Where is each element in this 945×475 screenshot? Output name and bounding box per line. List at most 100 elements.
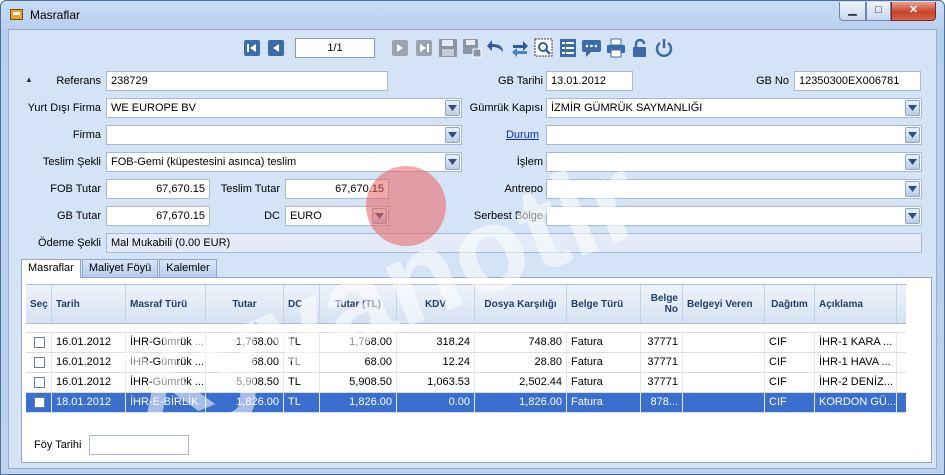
chevron-down-icon[interactable]: [905, 208, 920, 224]
tab-kalemler[interactable]: Kalemler: [159, 259, 217, 277]
dc-cell: TL: [284, 353, 320, 372]
belge-no-cell: 37771: [641, 353, 683, 372]
gumruk-kapisi-select[interactable]: İZMİR GÜMRÜK SAYMANLIĞI: [546, 98, 922, 118]
aciklama-cell: KORDON GÜ...: [815, 393, 897, 412]
teslim-sekli-label: Teslim Şekli: [42, 156, 101, 168]
teslim-sekli-select[interactable]: FOB-Gemi (küpestesini asınca) teslim: [106, 152, 462, 172]
minimize-button[interactable]: ▁: [839, 2, 866, 21]
lock-icon[interactable]: [629, 37, 651, 59]
gb-tarihi-input[interactable]: 13.01.2012: [546, 71, 633, 91]
tutar-cell: 68.00: [206, 353, 284, 372]
antrepo-select[interactable]: [546, 179, 922, 199]
sec-checkbox[interactable]: [26, 333, 52, 352]
comment-icon[interactable]: [581, 37, 603, 59]
chevron-down-icon[interactable]: [905, 181, 920, 197]
islem-select[interactable]: [546, 152, 922, 172]
main-window: Masraflar ▁ □ ✕ 1/1 ▲ Referans 238729 GB…: [0, 0, 945, 475]
close-button[interactable]: ✕: [891, 2, 936, 21]
checkbox[interactable]: [34, 397, 45, 408]
table-row[interactable]: 16.01.2012 İHR-Gümrük ... 5,908.50 TL 5,908.…: [26, 373, 906, 393]
print-icon[interactable]: [605, 37, 627, 59]
col-belge-no[interactable]: Belge No: [641, 285, 683, 323]
durum-select[interactable]: [546, 125, 922, 145]
chevron-down-icon[interactable]: [905, 154, 920, 170]
last-page-icon[interactable]: [413, 37, 435, 59]
tutar-cell: 1,768.00: [206, 333, 284, 352]
col-kdv[interactable]: KDV: [397, 285, 475, 323]
fob-tutar-input[interactable]: 67,670.15: [106, 179, 210, 199]
chevron-down-icon[interactable]: [372, 208, 387, 224]
firma-label: Firma: [72, 129, 101, 141]
save-as-icon[interactable]: [461, 37, 483, 59]
dc-select[interactable]: EURO: [285, 206, 389, 226]
sec-checkbox[interactable]: [26, 373, 52, 392]
yurt-disi-firma-label: Yurt Dışı Firma: [27, 102, 101, 114]
masraf-turu-cell: İHR-E-BİRLİK: [126, 393, 206, 412]
durum-link[interactable]: Durum: [469, 129, 539, 141]
col-tutar[interactable]: Tutar: [206, 285, 284, 323]
window-title: Masraflar: [30, 8, 81, 22]
dagitim-cell: CIF: [765, 393, 815, 412]
belgeyi-veren-cell: [683, 393, 765, 412]
referans-input[interactable]: 238729: [106, 71, 388, 91]
sec-checkbox[interactable]: [26, 353, 52, 372]
col-belgeyi-veren[interactable]: Belgeyi Veren: [683, 285, 765, 323]
tab-masraflar[interactable]: Masraflar: [21, 259, 81, 278]
masraf-turu-cell: İHR-Gümrük ...: [126, 333, 206, 352]
col-sec[interactable]: Seç: [26, 285, 52, 323]
chevron-down-icon[interactable]: [445, 154, 460, 170]
masraf-grid: Seç Tarih Masraf Türü Tutar DC Tutar (TL…: [26, 284, 906, 413]
list-icon[interactable]: [557, 37, 579, 59]
power-icon[interactable]: [653, 37, 675, 59]
checkbox[interactable]: [34, 357, 45, 368]
teslim-tutar-input[interactable]: 67,670.15: [285, 179, 389, 199]
tab-maliyet-foyu[interactable]: Maliyet Föyü: [81, 259, 159, 277]
dagitim-cell: CIF: [765, 333, 815, 352]
foy-tarihi-label: Föy Tarihi: [34, 439, 82, 451]
dagitim-cell: CIF: [765, 353, 815, 372]
next-page-icon[interactable]: [389, 37, 411, 59]
maximize-button[interactable]: □: [866, 2, 891, 21]
gb-tutar-input[interactable]: 67,670.15: [106, 206, 210, 226]
col-belge-turu[interactable]: Belge Türü: [567, 285, 641, 323]
belge-no-cell: 37771: [641, 373, 683, 392]
col-tutar-tl[interactable]: Tutar (TL): [320, 285, 397, 323]
firma-select[interactable]: [106, 125, 462, 145]
col-tarih[interactable]: Tarih: [52, 285, 126, 323]
aciklama-cell: İHR-1 KARA ...: [815, 333, 897, 352]
col-aciklama[interactable]: Açıklama: [815, 285, 897, 323]
teslim-tutar-label: Teslim Tutar: [220, 183, 280, 195]
checkbox[interactable]: [34, 377, 45, 388]
fob-tutar-label: FOB Tutar: [50, 183, 101, 195]
foy-tarihi-input[interactable]: [89, 435, 189, 455]
gb-no-input[interactable]: 12350300EX006781: [794, 71, 921, 91]
chevron-down-icon[interactable]: [445, 127, 460, 143]
sec-checkbox[interactable]: [26, 393, 52, 412]
teslim-sekli-value: FOB-Gemi (küpestesini asınca) teslim: [111, 156, 297, 168]
dagitim-cell: CIF: [765, 373, 815, 392]
col-dc[interactable]: DC: [284, 285, 320, 323]
yurt-disi-firma-select[interactable]: WE EUROPE BV: [106, 98, 462, 118]
prev-page-icon[interactable]: [265, 37, 287, 59]
aciklama-cell: İHR-1 HAVA ...: [815, 353, 897, 372]
chevron-down-icon[interactable]: [905, 127, 920, 143]
col-dosya-karsiligi[interactable]: Dosya Karşılığı: [475, 285, 567, 323]
kdv-cell: 1,063.53: [397, 373, 475, 392]
checkbox[interactable]: [34, 337, 45, 348]
chevron-down-icon[interactable]: [905, 100, 920, 116]
belge-turu-cell: Fatura: [567, 333, 641, 352]
col-masraf-turu[interactable]: Masraf Türü: [126, 285, 206, 323]
serbest-bolge-select[interactable]: [546, 206, 922, 226]
table-row[interactable]: 18.01.2012 İHR-E-BİRLİK 1,826.00 TL 1,826.00…: [26, 393, 906, 413]
refresh-icon[interactable]: [509, 37, 531, 59]
first-page-icon[interactable]: [241, 37, 263, 59]
title-bar[interactable]: Masraflar ▁ □ ✕: [1, 1, 944, 29]
table-row[interactable]: 16.01.2012 İHR-Gümrük ... 1,768.00 TL 1,768.…: [26, 333, 906, 353]
undo-icon[interactable]: [485, 37, 507, 59]
chevron-down-icon[interactable]: [445, 100, 460, 116]
table-row[interactable]: 16.01.2012 İHR-Gümrük ... 68.00 TL 68.00 12.2…: [26, 353, 906, 373]
search-icon[interactable]: [533, 37, 555, 59]
save-icon[interactable]: [437, 37, 459, 59]
col-dagitim[interactable]: Dağıtım: [765, 285, 815, 323]
page-indicator[interactable]: 1/1: [295, 38, 375, 58]
